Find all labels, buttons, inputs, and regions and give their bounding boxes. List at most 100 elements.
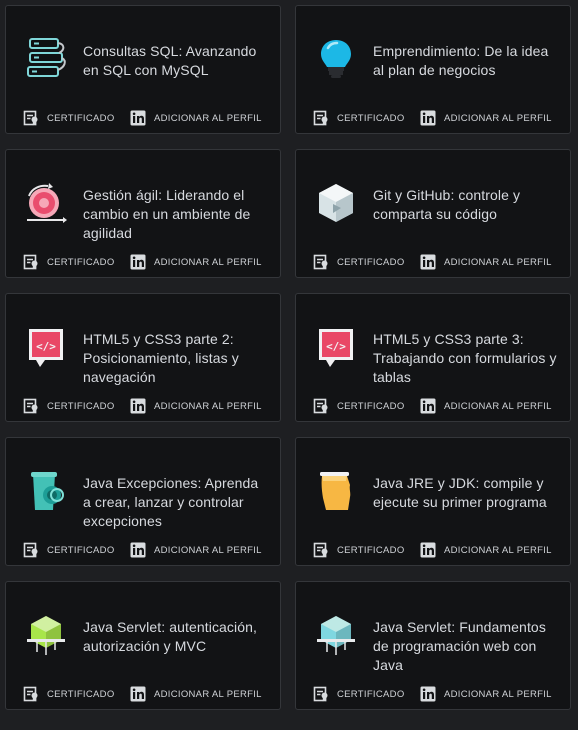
add-to-linkedin-profile-button[interactable]: ADICIONAR AL PERFIL <box>420 542 552 558</box>
certificate-button[interactable]: CERTIFICADO <box>23 686 130 702</box>
card-actions: CERTIFICADO ADICIONAR AL PERFIL <box>23 685 272 703</box>
card-actions: CERTIFICADO ADICIONAR AL PERFIL <box>313 397 562 415</box>
add-to-profile-label: ADICIONAR AL PERFIL <box>154 400 262 412</box>
html-code-icon: </> <box>23 324 69 370</box>
certificate-label: CERTIFICADO <box>47 256 115 268</box>
certificate-label: CERTIFICADO <box>47 544 115 556</box>
database-stack-icon <box>23 36 69 82</box>
certificate-icon <box>313 686 329 702</box>
certificate-label: CERTIFICADO <box>47 688 115 700</box>
course-card[interactable]: </> HTML5 y CSS3 parte 2: Posicionamient… <box>5 293 281 422</box>
card-actions: CERTIFICADO ADICIONAR AL PERFIL <box>313 253 562 271</box>
course-card[interactable]: </> HTML5 y CSS3 parte 3: Trabajando con… <box>295 293 571 422</box>
course-title[interactable]: Java JRE y JDK: compile y ejecute su pri… <box>373 474 560 512</box>
certificate-label: CERTIFICADO <box>337 688 405 700</box>
add-to-linkedin-profile-button[interactable]: ADICIONAR AL PERFIL <box>130 686 262 702</box>
git-cube-icon <box>313 180 359 226</box>
linkedin-icon <box>130 110 146 126</box>
certificate-icon <box>23 110 39 126</box>
linkedin-icon <box>130 542 146 558</box>
add-to-linkedin-profile-button[interactable]: ADICIONAR AL PERFIL <box>420 110 552 126</box>
add-to-linkedin-profile-button[interactable]: ADICIONAR AL PERFIL <box>130 110 262 126</box>
add-to-linkedin-profile-button[interactable]: ADICIONAR AL PERFIL <box>130 254 262 270</box>
card-actions: CERTIFICADO ADICIONAR AL PERFIL <box>23 541 272 559</box>
card-actions: CERTIFICADO ADICIONAR AL PERFIL <box>313 541 562 559</box>
add-to-linkedin-profile-button[interactable]: ADICIONAR AL PERFIL <box>130 398 262 414</box>
linkedin-icon <box>130 398 146 414</box>
course-card[interactable]: Java Servlet: autenticación, autorizació… <box>5 581 281 710</box>
card-actions: CERTIFICADO ADICIONAR AL PERFIL <box>23 397 272 415</box>
course-grid: Consultas SQL: Avanzando en SQL con MySQ… <box>5 5 572 710</box>
servlet-cube-icon <box>313 612 359 658</box>
certificate-label: CERTIFICADO <box>337 400 405 412</box>
add-to-profile-label: ADICIONAR AL PERFIL <box>444 112 552 124</box>
certificate-label: CERTIFICADO <box>337 544 405 556</box>
course-card[interactable]: Git y GitHub: controle y comparta su cód… <box>295 149 571 278</box>
certificate-label: CERTIFICADO <box>47 112 115 124</box>
certificate-button[interactable]: CERTIFICADO <box>313 398 420 414</box>
course-card[interactable]: Java Servlet: Fundamentos de programació… <box>295 581 571 710</box>
certificate-button[interactable]: CERTIFICADO <box>313 110 420 126</box>
linkedin-icon <box>130 254 146 270</box>
certificate-button[interactable]: CERTIFICADO <box>23 398 130 414</box>
card-actions: CERTIFICADO ADICIONAR AL PERFIL <box>23 109 272 127</box>
certificate-icon <box>23 686 39 702</box>
course-title[interactable]: Git y GitHub: controle y comparta su cód… <box>373 186 560 224</box>
course-card[interactable]: Java JRE y JDK: compile y ejecute su pri… <box>295 437 571 566</box>
course-title[interactable]: HTML5 y CSS3 parte 2: Posicionamiento, l… <box>83 330 270 387</box>
certificate-button[interactable]: CERTIFICADO <box>313 254 420 270</box>
course-title[interactable]: Emprendimiento: De la idea al plan de ne… <box>373 42 560 80</box>
add-to-profile-label: ADICIONAR AL PERFIL <box>444 688 552 700</box>
certificate-button[interactable]: CERTIFICADO <box>23 254 130 270</box>
certificate-button[interactable]: CERTIFICADO <box>23 110 130 126</box>
add-to-linkedin-profile-button[interactable]: ADICIONAR AL PERFIL <box>420 686 552 702</box>
course-title[interactable]: Java Servlet: autenticación, autorizació… <box>83 618 270 656</box>
svg-text:</>: </> <box>36 340 56 353</box>
course-title[interactable]: Java Servlet: Fundamentos de programació… <box>373 618 560 675</box>
course-card[interactable]: Emprendimiento: De la idea al plan de ne… <box>295 5 571 134</box>
course-title[interactable]: Gestión ágil: Liderando el cambio en un … <box>83 186 270 243</box>
java-bag-icon <box>313 468 359 514</box>
svg-text:</>: </> <box>326 340 346 353</box>
certificate-icon <box>23 398 39 414</box>
certificate-button[interactable]: CERTIFICADO <box>313 686 420 702</box>
add-to-linkedin-profile-button[interactable]: ADICIONAR AL PERFIL <box>420 254 552 270</box>
course-title[interactable]: Consultas SQL: Avanzando en SQL con MySQ… <box>83 42 270 80</box>
linkedin-icon <box>420 110 436 126</box>
card-actions: CERTIFICADO ADICIONAR AL PERFIL <box>23 253 272 271</box>
linkedin-icon <box>420 254 436 270</box>
certificate-icon <box>23 254 39 270</box>
course-title[interactable]: HTML5 y CSS3 parte 3: Trabajando con for… <box>373 330 560 387</box>
servlet-cube-icon <box>23 612 69 658</box>
course-title[interactable]: Java Excepciones: Aprenda a crear, lanza… <box>83 474 270 531</box>
add-to-profile-label: ADICIONAR AL PERFIL <box>154 688 262 700</box>
java-cup-icon <box>23 468 69 514</box>
certificate-icon <box>313 398 329 414</box>
certificate-label: CERTIFICADO <box>47 400 115 412</box>
certificate-icon <box>313 542 329 558</box>
card-actions: CERTIFICADO ADICIONAR AL PERFIL <box>313 109 562 127</box>
add-to-profile-label: ADICIONAR AL PERFIL <box>444 400 552 412</box>
add-to-linkedin-profile-button[interactable]: ADICIONAR AL PERFIL <box>130 542 262 558</box>
add-to-profile-label: ADICIONAR AL PERFIL <box>154 544 262 556</box>
course-card[interactable]: Java Excepciones: Aprenda a crear, lanza… <box>5 437 281 566</box>
certificate-button[interactable]: CERTIFICADO <box>23 542 130 558</box>
certificate-label: CERTIFICADO <box>337 112 405 124</box>
agile-cycle-icon <box>23 180 69 226</box>
add-to-linkedin-profile-button[interactable]: ADICIONAR AL PERFIL <box>420 398 552 414</box>
linkedin-icon <box>420 398 436 414</box>
certificate-label: CERTIFICADO <box>337 256 405 268</box>
linkedin-icon <box>420 542 436 558</box>
lightbulb-icon <box>313 36 359 82</box>
add-to-profile-label: ADICIONAR AL PERFIL <box>154 112 262 124</box>
course-card[interactable]: Gestión ágil: Liderando el cambio en un … <box>5 149 281 278</box>
certificate-button[interactable]: CERTIFICADO <box>313 542 420 558</box>
linkedin-icon <box>420 686 436 702</box>
certificate-icon <box>313 110 329 126</box>
certificate-icon <box>23 542 39 558</box>
linkedin-icon <box>130 686 146 702</box>
certificate-icon <box>313 254 329 270</box>
course-card[interactable]: Consultas SQL: Avanzando en SQL con MySQ… <box>5 5 281 134</box>
html-code-icon: </> <box>313 324 359 370</box>
add-to-profile-label: ADICIONAR AL PERFIL <box>154 256 262 268</box>
